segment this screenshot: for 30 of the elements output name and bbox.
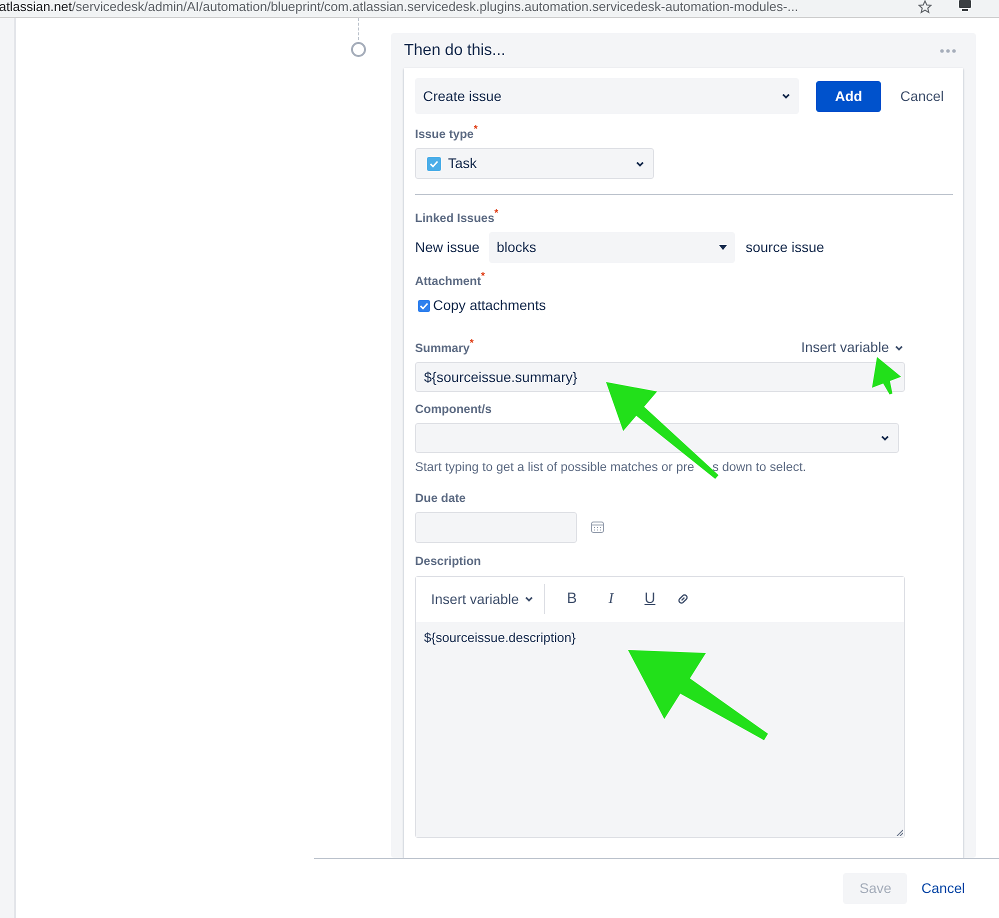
help-text: Start typing to get a list of possible matches or pre xyxy=(415,459,694,476)
cancel-button[interactable]: Cancel xyxy=(898,80,946,112)
required-mark: * xyxy=(474,123,478,137)
field-text: New issue xyxy=(415,238,480,257)
field-label: Attachment xyxy=(415,274,482,290)
checkbox-label: Copy attachments xyxy=(433,296,546,315)
insert-variable-button[interactable]: Insert variable xyxy=(431,584,545,614)
field-label: Linked Issues xyxy=(415,210,494,227)
add-button[interactable]: Add xyxy=(816,80,882,112)
link-type-select[interactable]: blocks xyxy=(488,232,735,263)
action-select[interactable]: Create issue xyxy=(415,78,799,114)
underline-button[interactable]: U xyxy=(638,588,661,611)
field-label: Summary xyxy=(415,340,470,356)
summary-field[interactable]: ${sourceissue.summary} xyxy=(415,362,905,392)
field-label: Due date xyxy=(415,490,466,507)
field-label: Description xyxy=(415,552,482,570)
description-text[interactable]: ${sourceissue.description} xyxy=(424,630,576,645)
cancel-button[interactable]: Cancel xyxy=(919,873,967,904)
insert-variable-link[interactable]: Insert variable xyxy=(801,337,904,358)
help-text: s down to select. xyxy=(712,459,806,476)
italic-button[interactable]: I xyxy=(600,588,622,611)
required-mark: * xyxy=(481,270,485,284)
panel-title: Then do this... xyxy=(404,40,506,60)
field-label: Issue type xyxy=(415,127,474,143)
field-text: source issue xyxy=(746,238,824,257)
required-mark: * xyxy=(494,207,498,221)
field-label: Component/s xyxy=(415,401,492,418)
issue-type-select[interactable]: Task xyxy=(415,148,654,179)
bold-button[interactable]: B xyxy=(560,588,583,611)
required-mark: * xyxy=(470,336,474,350)
